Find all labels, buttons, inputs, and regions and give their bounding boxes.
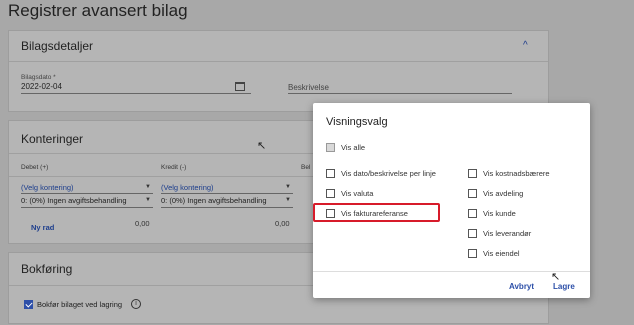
chevron-up-icon[interactable]: ^ (523, 40, 528, 51)
dialog-footer-divider (313, 271, 590, 272)
kredit-tax-select[interactable]: 0: (0%) Ingen avgiftsbehandling (161, 196, 267, 205)
calendar-icon[interactable] (235, 82, 245, 91)
option-label: Vis eiendel (483, 249, 520, 258)
bokfor-checkbox[interactable] (24, 300, 33, 309)
option-fakturareferanse[interactable]: Vis fakturareferanse (326, 208, 451, 220)
debet-total: 0,00 (135, 219, 150, 228)
konteringer-title: Konteringer (21, 132, 84, 146)
page-title: Registrer avansert bilag (8, 1, 188, 20)
option-kunde[interactable]: Vis kunde (468, 208, 578, 220)
col-header-debet: Debet (+) (21, 164, 49, 171)
kredit-account-select[interactable]: (Velg kontering) (161, 183, 214, 192)
debet-account-underline (21, 193, 153, 194)
kredit-account-underline (161, 193, 293, 194)
option-checkbox[interactable] (468, 189, 477, 198)
option-label: Vis fakturareferanse (341, 209, 408, 218)
dropdown-arrow-icon[interactable]: ▼ (285, 184, 291, 190)
visningsvalg-dialog: Visningsvalg Vis alle Vis dato/beskrivel… (313, 103, 590, 298)
option-checkbox[interactable] (468, 229, 477, 238)
show-all-option[interactable]: Vis alle (326, 142, 386, 154)
option-label: Vis valuta (341, 189, 374, 198)
option-avdeling[interactable]: Vis avdeling (468, 188, 578, 200)
option-label: Vis avdeling (483, 189, 524, 198)
option-checkbox[interactable] (468, 249, 477, 258)
dropdown-arrow-icon[interactable]: ▼ (145, 197, 151, 203)
mouse-cursor-icon: ↖ (257, 140, 267, 152)
debet-account-select[interactable]: (Velg kontering) (21, 183, 74, 192)
header-divider (9, 176, 314, 177)
option-dato-beskrivelse[interactable]: Vis dato/beskrivelse per linje (326, 168, 451, 180)
dialog-title: Visningsvalg (326, 116, 388, 128)
description-field[interactable]: Beskrivelse (288, 83, 329, 92)
debet-tax-select[interactable]: 0: (0%) Ingen avgiftsbehandling (21, 196, 127, 205)
dropdown-arrow-icon[interactable]: ▼ (285, 197, 291, 203)
show-all-checkbox[interactable] (326, 143, 335, 152)
option-leverandor[interactable]: Vis leverandør (468, 228, 578, 240)
date-field-underline (21, 93, 251, 94)
dropdown-arrow-icon[interactable]: ▼ (145, 184, 151, 190)
option-checkbox[interactable] (326, 209, 335, 218)
bokfor-checkbox-label: Bokfør bilaget ved lagring (37, 300, 123, 309)
option-label: Vis kostnadsbærere (483, 169, 550, 178)
option-valuta[interactable]: Vis valuta (326, 188, 451, 200)
option-checkbox[interactable] (468, 209, 477, 218)
show-all-label: Vis alle (341, 143, 366, 152)
option-kostnadsbaerere[interactable]: Vis kostnadsbærere (468, 168, 578, 180)
col-header-belop: Bel (301, 164, 311, 171)
option-checkbox[interactable] (326, 189, 335, 198)
bilagsdetaljer-title: Bilagsdetaljer (21, 39, 94, 53)
debet-tax-underline (21, 207, 153, 208)
description-field-underline (288, 93, 512, 94)
new-row-button[interactable]: Ny rad (31, 223, 54, 232)
save-button[interactable]: Lagre (553, 282, 575, 291)
info-icon[interactable]: i (131, 299, 141, 309)
col-header-kredit: Kredit (-) (161, 164, 187, 171)
option-label: Vis kunde (483, 209, 516, 218)
option-checkbox[interactable] (326, 169, 335, 178)
option-checkbox[interactable] (468, 169, 477, 178)
section-divider (9, 61, 548, 62)
option-eiendel[interactable]: Vis eiendel (468, 248, 578, 260)
cancel-button[interactable]: Avbryt (509, 282, 534, 291)
bokforing-title: Bokføring (21, 262, 73, 276)
bilagsdetaljer-card: Bilagsdetaljer ^ Bilagsdato * 2022-02-04… (8, 30, 549, 112)
option-label: Vis leverandør (483, 229, 532, 238)
kredit-total: 0,00 (275, 219, 290, 228)
date-field[interactable]: 2022-02-04 (21, 82, 62, 91)
kredit-tax-underline (161, 207, 293, 208)
date-label: Bilagsdato * (21, 74, 56, 81)
option-label: Vis dato/beskrivelse per linje (341, 169, 436, 178)
